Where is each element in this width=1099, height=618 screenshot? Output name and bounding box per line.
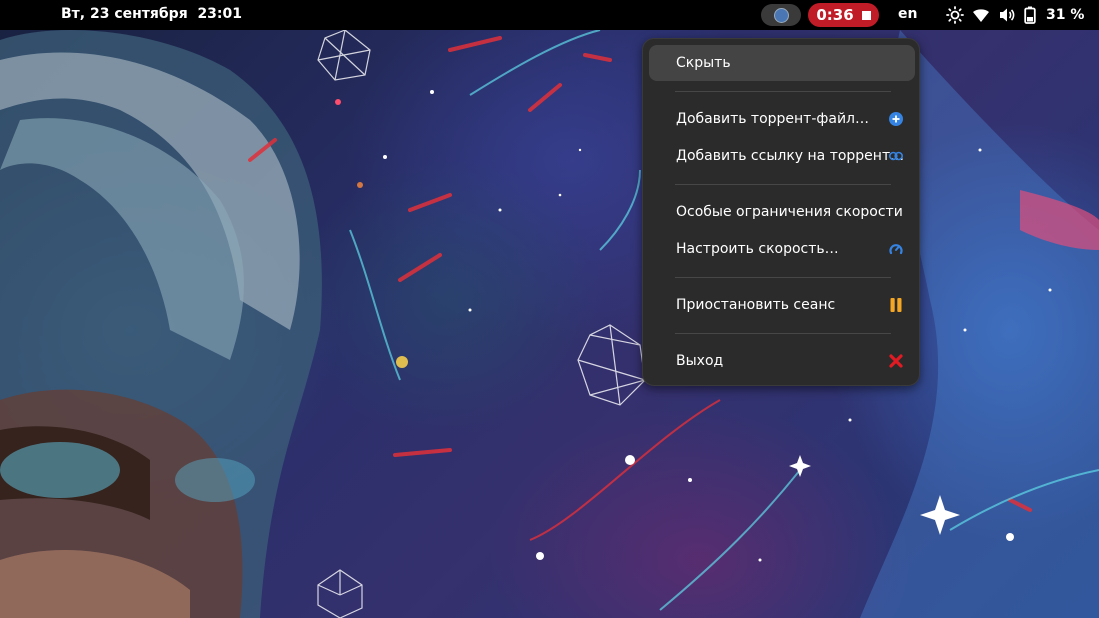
menu-item-configure-speed[interactable]: Настроить скорость… bbox=[649, 231, 915, 267]
battery-icon bbox=[1024, 6, 1036, 24]
keyboard-layout[interactable]: en bbox=[898, 6, 917, 22]
menu-item-label: Скрыть bbox=[676, 55, 731, 71]
menu-separator bbox=[675, 277, 891, 278]
menu-item-add-torrent-file[interactable]: Добавить торрент-файл… bbox=[649, 101, 915, 137]
add-circle-icon bbox=[889, 112, 903, 126]
menu-separator bbox=[675, 333, 891, 334]
recording-time: 0:36 bbox=[816, 6, 854, 24]
stop-icon bbox=[861, 10, 871, 20]
menu-item-alt-speed-limits[interactable]: Особые ограничения скорости bbox=[649, 194, 915, 230]
top-bar: Вт, 23 сентября 23:01 0:36 en 31 % bbox=[0, 0, 1099, 30]
link-icon bbox=[889, 151, 903, 161]
menu-item-quit[interactable]: Выход bbox=[649, 343, 915, 379]
menu-separator bbox=[675, 184, 891, 185]
system-menu[interactable]: 31 % bbox=[946, 4, 1084, 26]
menu-item-hide[interactable]: Скрыть bbox=[649, 45, 915, 81]
transmission-app-icon bbox=[773, 7, 789, 23]
desktop-wallpaper bbox=[0, 0, 1099, 618]
menu-item-label: Добавить ссылку на торрент… bbox=[676, 148, 905, 164]
menu-item-label: Добавить торрент-файл… bbox=[676, 111, 869, 127]
pause-icon bbox=[890, 298, 902, 312]
brightness-icon bbox=[946, 6, 964, 24]
volume-icon bbox=[998, 7, 1016, 23]
menu-separator bbox=[675, 91, 891, 92]
transmission-tray-indicator[interactable] bbox=[761, 4, 801, 26]
menu-item-add-torrent-link[interactable]: Добавить ссылку на торрент… bbox=[649, 138, 915, 174]
menu-item-label: Особые ограничения скорости bbox=[676, 204, 903, 220]
screen-recording-indicator[interactable]: 0:36 bbox=[808, 3, 879, 27]
transmission-tray-menu: Скрыть Добавить торрент-файл… Добавить с… bbox=[642, 38, 920, 386]
menu-item-label: Настроить скорость… bbox=[676, 241, 839, 257]
battery-percentage: 31 % bbox=[1046, 7, 1085, 23]
menu-item-label: Выход bbox=[676, 353, 724, 369]
speedometer-icon bbox=[889, 244, 903, 255]
close-x-icon bbox=[889, 354, 903, 368]
menu-item-label: Приостановить сеанс bbox=[676, 297, 836, 313]
menu-item-pause-session[interactable]: Приостановить сеанс bbox=[649, 287, 915, 323]
clock[interactable]: Вт, 23 сентября 23:01 bbox=[61, 6, 242, 22]
wifi-icon bbox=[972, 7, 990, 23]
